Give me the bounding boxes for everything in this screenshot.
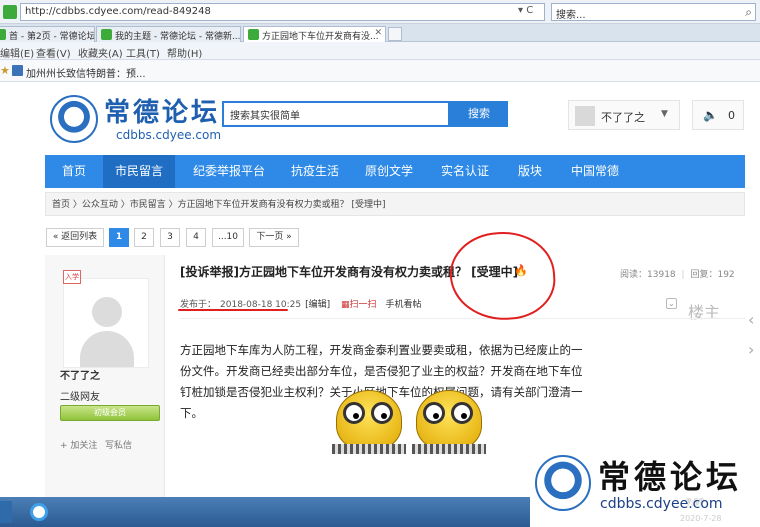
notification-count: 0	[728, 109, 735, 122]
nav-original-literature[interactable]: 原创文学	[357, 155, 421, 188]
browser-address-bar: http://cdbbs.cdyee.com/read-849248 ▾ C 搜…	[0, 0, 760, 24]
tab-label: 首 - 第2页 - 常德论坛 - ...	[9, 32, 95, 42]
breadcrumb[interactable]: 首页 〉公众互动 〉市民留言 〉方正园地下车位开发商有没有权力卖或租？ [受理中…	[45, 192, 745, 216]
start-button[interactable]	[0, 501, 12, 523]
browser-tab-1[interactable]: 首 - 第2页 - 常德论坛 - ...	[0, 26, 95, 42]
red-annotation-underline	[178, 309, 288, 311]
tab-favicon-icon	[0, 29, 6, 40]
mobile-view-link[interactable]: 手机看帖	[385, 300, 421, 310]
watermark-logo-icon	[535, 455, 591, 511]
page-4-button[interactable]: 4	[186, 228, 206, 247]
tab-close-icon[interactable]: ✕	[374, 28, 382, 38]
avatar	[575, 106, 595, 126]
nav-sections[interactable]: 版块	[507, 155, 553, 188]
browser-tab-2[interactable]: 我的主题 - 常德论坛 - 常德新...	[96, 26, 241, 42]
ie-taskbar-icon[interactable]	[30, 503, 48, 521]
watermark-title: 常德论坛	[598, 458, 743, 496]
qr-icon: ▦	[341, 300, 350, 310]
author-name[interactable]: 不了了之	[60, 367, 100, 382]
nav-real-name[interactable]: 实名认证	[433, 155, 497, 188]
back-to-list-button[interactable]: « 返回列表	[46, 228, 104, 247]
browser-search-placeholder: 搜索...	[556, 10, 586, 21]
menu-favorites[interactable]: 收藏夹(A)	[78, 45, 123, 60]
emoji-image	[412, 388, 486, 456]
emoji-eye	[423, 402, 445, 424]
chevron-right-icon[interactable]: ›	[748, 340, 760, 362]
nav-citizen-message[interactable]: 市民留言	[103, 155, 175, 188]
author-avatar[interactable]	[63, 278, 149, 368]
page-3-button[interactable]: 3	[160, 228, 180, 247]
tab-label: 我的主题 - 常德论坛 - 常德新...	[115, 32, 241, 42]
red-annotation-circle	[447, 228, 558, 324]
forum-search-input[interactable]: 搜索其实很简单	[222, 101, 450, 127]
url-field[interactable]: http://cdbbs.cdyee.com/read-849248	[20, 3, 545, 21]
nav-discipline-report[interactable]: 纪委举报平台	[181, 155, 277, 188]
emoji-base	[412, 444, 486, 454]
emoji-image	[332, 388, 406, 456]
views-label: 阅读：	[620, 270, 648, 280]
views-count: 13918	[647, 270, 676, 280]
user-name: 不了了之	[601, 111, 645, 124]
forum-logo-title[interactable]: 常德论坛	[104, 92, 220, 129]
chevron-down-icon: ▼	[661, 109, 668, 119]
emoji-base	[332, 444, 406, 454]
favorite-link[interactable]: 加州州长致信特朗普：预...	[12, 65, 146, 80]
site-favicon-icon	[3, 5, 17, 19]
browser-tab-3-active[interactable]: 方正园地下车位开发商有没... ✕	[243, 26, 386, 42]
new-tab-button[interactable]	[388, 27, 402, 41]
page-1-button[interactable]: 1	[109, 228, 129, 247]
collapse-icon[interactable]: ⌄	[666, 298, 677, 309]
speaker-icon: 🔈	[703, 108, 718, 122]
replies-count: 192	[717, 270, 735, 280]
windows-taskbar	[0, 497, 530, 527]
replies-label: 回复：	[690, 270, 718, 280]
page-10-button[interactable]: ...10	[212, 228, 244, 247]
tray-date: 2020-7-28	[680, 514, 722, 523]
post-stats: 阅读：13918 | 回复：192	[620, 270, 735, 280]
watermark-domain: cdbbs.cdyee.com	[600, 496, 723, 512]
nav-china-changde[interactable]: 中国常德	[561, 155, 629, 188]
send-message-link[interactable]: 写私信	[105, 438, 132, 451]
author-level: 二级网友	[60, 392, 100, 403]
browser-tab-bar: 首 - 第2页 - 常德论坛 - ... 我的主题 - 常德论坛 - 常德新..…	[0, 24, 760, 42]
menu-help[interactable]: 帮助(H)	[167, 45, 202, 60]
tab-favicon-icon	[248, 29, 259, 40]
author-badge: 入学	[63, 270, 81, 284]
refresh-icon[interactable]: ▾ C	[518, 5, 533, 16]
emoji-eye	[451, 402, 473, 424]
browser-menu-bar: 编辑(E) 查看(V) 收藏夹(A) 工具(T) 帮助(H)	[0, 42, 760, 60]
browser-favorites-bar: ★ 加州州长致信特朗普：预...	[0, 60, 760, 82]
browser-search-input[interactable]: 搜索... ⌕	[551, 3, 756, 21]
nav-home[interactable]: 首页	[45, 155, 103, 188]
page-2-button[interactable]: 2	[134, 228, 154, 247]
author-sidebar: 入学 不了了之 二级网友 初级会员 + 加关注 写私信	[45, 255, 165, 527]
menu-tools[interactable]: 工具(T)	[126, 45, 160, 60]
scan-link[interactable]: 扫一扫	[350, 300, 377, 310]
author-rank-button[interactable]: 初级会员	[60, 405, 160, 421]
user-menu[interactable]: 不了了之 ▼	[568, 100, 680, 130]
search-icon[interactable]: ⌕	[745, 5, 752, 20]
forum-logo-icon[interactable]	[50, 95, 98, 143]
edit-link[interactable]: [编辑]	[305, 300, 330, 310]
tab-favicon-icon	[101, 29, 112, 40]
favorites-star-icon[interactable]: ★	[0, 64, 10, 77]
menu-view[interactable]: 查看(V)	[36, 45, 71, 60]
emoji-eye	[371, 402, 393, 424]
emoji-eye	[343, 402, 365, 424]
notification-button[interactable]: 🔈 0	[692, 100, 744, 130]
nav-epidemic-life[interactable]: 抗疫生活	[283, 155, 347, 188]
divider	[180, 318, 745, 319]
floor-label: 楼主	[688, 303, 721, 322]
forum-logo-domain: cdbbs.cdyee.com	[116, 128, 222, 142]
chevron-left-icon[interactable]: ‹	[748, 310, 760, 332]
main-nav: 首页 市民留言 纪委举报平台 抗疫生活 原创文学 实名认证 版块 中国常德	[45, 155, 745, 188]
forum-search-button[interactable]: 搜索	[450, 101, 508, 127]
tab-label: 方正园地下车位开发商有没...	[262, 32, 379, 42]
next-page-button[interactable]: 下一页 »	[249, 228, 299, 247]
menu-edit[interactable]: 编辑(E)	[0, 45, 34, 60]
follow-author-link[interactable]: + 加关注	[60, 438, 97, 451]
